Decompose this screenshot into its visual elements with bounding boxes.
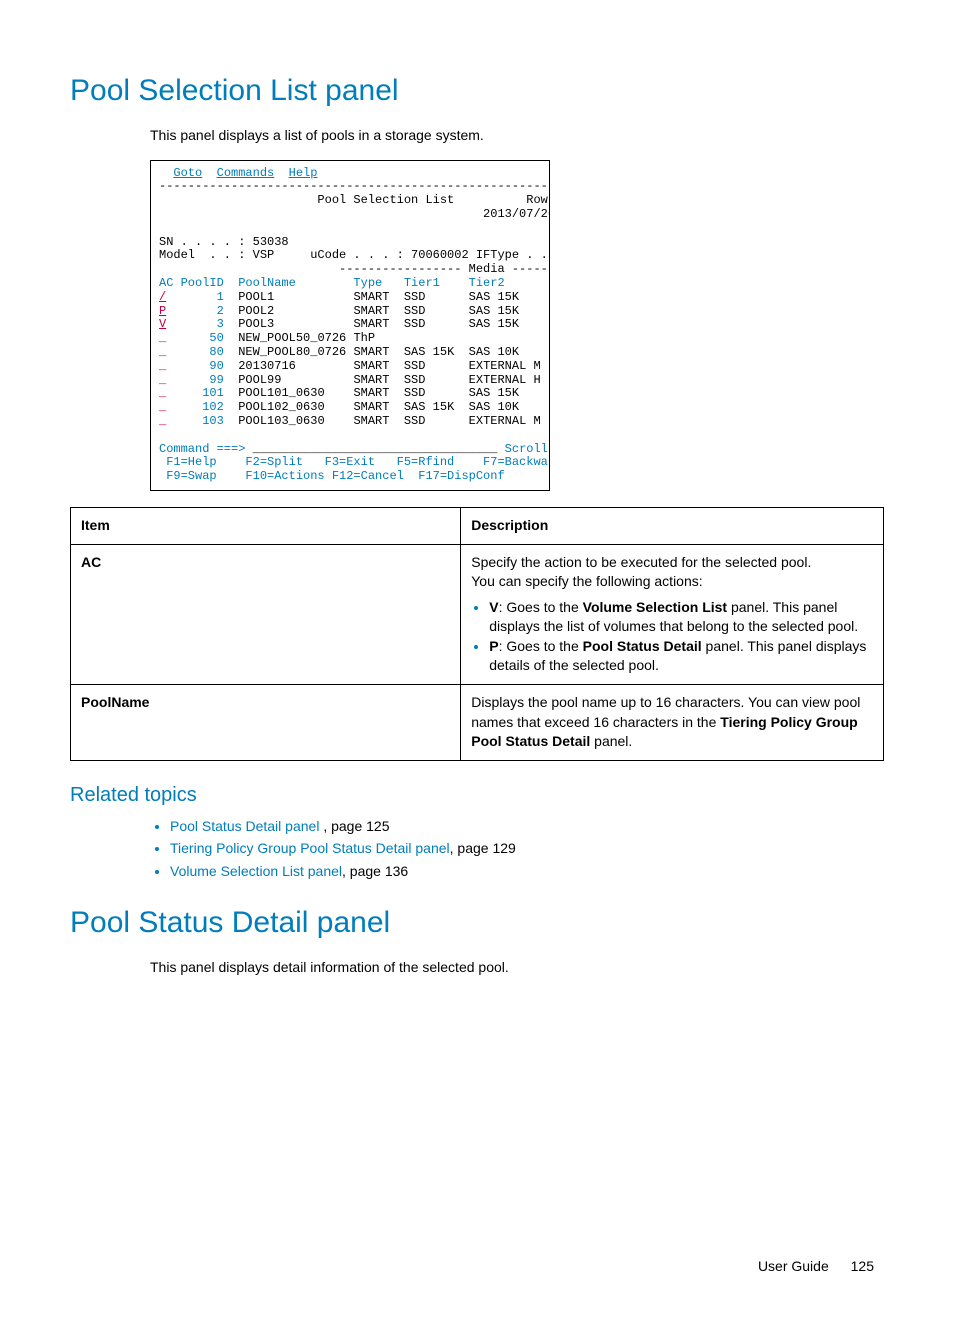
desc-cell: Specify the action to be executed for th…: [461, 544, 884, 685]
related-topics-heading: Related topics: [70, 781, 884, 809]
terminal-panel: Goto Commands Help ---------------------…: [150, 160, 550, 491]
intro-text-2: This panel displays detail information o…: [150, 958, 884, 978]
related-topic-item: Tiering Policy Group Pool Status Detail …: [170, 839, 884, 859]
footer-label: User Guide: [758, 1258, 829, 1274]
page-footer: User Guide 125: [70, 1257, 884, 1277]
item-cell: PoolName: [71, 685, 461, 761]
related-topics-list: Pool Status Detail panel , page 125 Tieri…: [150, 817, 884, 882]
intro-text: This panel displays a list of pools in a…: [150, 126, 884, 146]
related-topic-item: Pool Status Detail panel , page 125: [170, 817, 884, 837]
col-desc: Description: [461, 507, 884, 544]
item-cell: AC: [71, 544, 461, 685]
col-item: Item: [71, 507, 461, 544]
related-topic-link[interactable]: Pool Status Detail panel: [170, 818, 323, 834]
related-topic-item: Volume Selection List panel, page 136: [170, 862, 884, 882]
related-topic-link[interactable]: Volume Selection List panel: [170, 863, 342, 879]
section-heading-pool-selection: Pool Selection List panel: [70, 70, 884, 112]
section-heading-pool-status-detail: Pool Status Detail panel: [70, 902, 884, 944]
related-topic-link[interactable]: Tiering Policy Group Pool Status Detail …: [170, 840, 450, 856]
footer-page-number: 125: [851, 1258, 874, 1274]
items-table: Item Description ACSpecify the action to…: [70, 507, 884, 761]
desc-cell: Displays the pool name up to 16 characte…: [461, 685, 884, 761]
